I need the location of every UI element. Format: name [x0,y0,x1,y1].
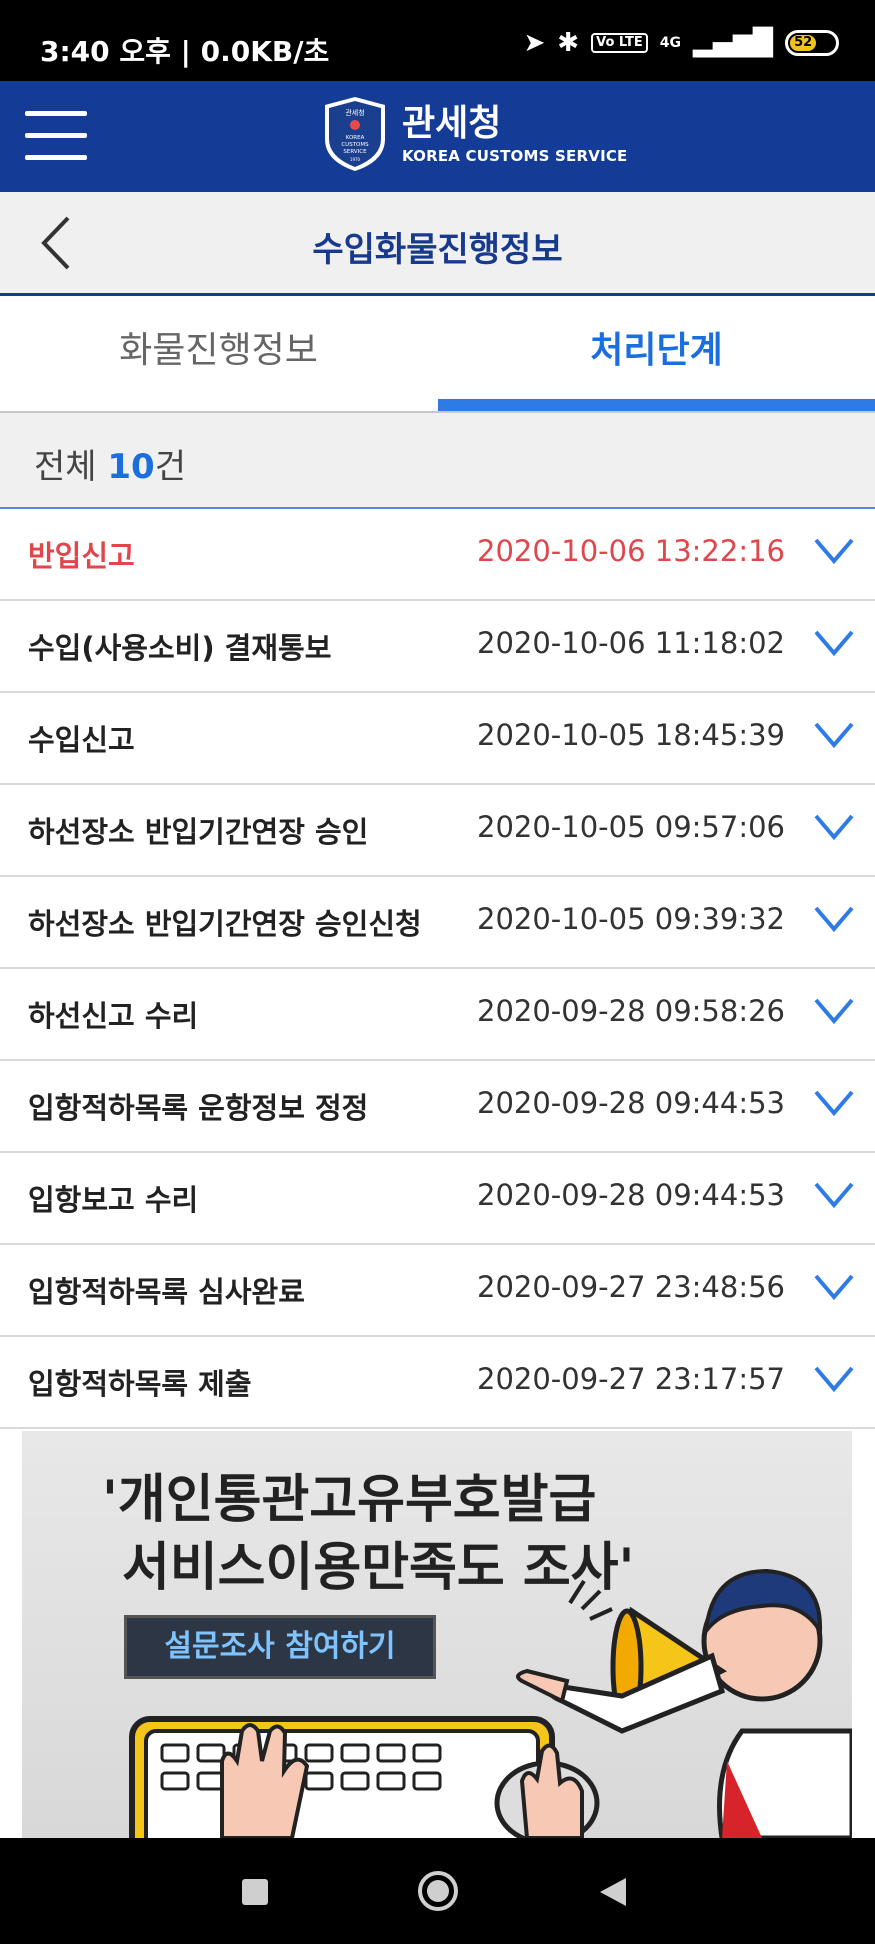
step-label: 하선신고 수리 [28,999,199,1033]
list-item[interactable]: 수입(사용소비) 결재통보 2020-10-06 11:18:02 [0,601,875,693]
emblem-year-text: 1970 [350,157,361,162]
step-label: 입항적하목록 제출 [28,1367,252,1401]
tab-processing-steps[interactable]: 처리단계 [438,299,875,411]
list-item[interactable]: 하선신고 수리 2020-09-28 09:58:26 [0,969,875,1061]
page-title: 수입화물진행정보 [312,230,563,270]
menu-icon[interactable] [25,111,87,161]
list-item[interactable]: 입항보고 수리 2020-09-28 09:44:53 [0,1153,875,1245]
tab-bar: 화물진행정보 처리단계 [0,299,875,413]
home-icon[interactable] [418,1871,458,1911]
step-label: 수입(사용소비) 결재통보 [28,631,332,665]
chevron-down-icon[interactable] [813,719,855,751]
status-bar: 3:40 오후 | 0.0KB/초 ➤ ✱ Vo LTE 4G ▂▄▆█ 52 [0,0,875,81]
chevron-down-icon[interactable] [813,811,855,843]
step-timestamp: 2020-09-27 23:17:57 [477,1362,785,1396]
list-item[interactable]: 입항적하목록 제출 2020-09-27 23:17:57 [0,1337,875,1429]
list-item[interactable]: 하선장소 반입기간연장 승인신청 2020-10-05 09:39:32 [0,877,875,969]
network-type-label: 4G [659,35,682,51]
step-label: 입항적하목록 심사완료 [28,1275,305,1309]
app-header: 관세청 KOREA CUSTOMS SERVICE 1970 관세청 KOREA… [0,81,875,192]
chevron-down-icon[interactable] [813,535,855,567]
emblem-en-text-1: KOREA [346,135,365,141]
signal-icon: ▂▄▆█ [693,28,773,58]
status-time-info: 3:40 오후 | 0.0KB/초 [40,35,330,68]
system-nav-bar [0,1838,875,1944]
back-nav-icon[interactable] [600,1878,626,1906]
result-summary: 전체 10건 [0,413,875,509]
step-timestamp: 2020-10-05 09:57:06 [477,810,785,844]
step-label: 수입신고 [28,723,135,757]
brand-name-ko: 관세청 [402,103,502,144]
summary-prefix: 전체 [34,447,97,487]
step-label: 하선장소 반입기간연장 승인 [28,815,369,849]
brand-name-en: KOREA CUSTOMS SERVICE [402,147,628,165]
step-timestamp: 2020-09-27 23:48:56 [477,1270,785,1304]
step-timestamp: 2020-10-06 11:18:02 [477,626,785,660]
chevron-down-icon[interactable] [813,903,855,935]
step-timestamp: 2020-10-05 18:45:39 [477,718,785,752]
step-timestamp: 2020-09-28 09:44:53 [477,1086,785,1120]
chevron-down-icon[interactable] [813,995,855,1027]
chevron-down-icon[interactable] [813,1179,855,1211]
total-count: 10 [107,447,155,487]
volte-icon: Vo LTE [591,33,648,53]
battery-level: 52 [790,35,817,51]
banner-heading-line1: '개인통관고유부호발급 [102,1470,597,1530]
chevron-down-icon[interactable] [813,627,855,659]
emblem-en-text-3: SERVICE [343,149,367,155]
step-label: 입항적하목록 운항정보 정정 [28,1091,369,1125]
emblem-en-text-2: CUSTOMS [341,142,369,148]
list-item[interactable]: 입항적하목록 운항정보 정정 2020-09-28 09:44:53 [0,1061,875,1153]
battery-icon: 52 [785,30,839,56]
step-timestamp: 2020-09-28 09:44:53 [477,1178,785,1212]
list-item[interactable]: 수입신고 2020-10-05 18:45:39 [0,693,875,785]
tab-cargo-progress[interactable]: 화물진행정보 [0,299,437,411]
list-item[interactable]: 반입신고 2020-10-06 13:22:16 [0,509,875,601]
processing-steps-list: 반입신고 2020-10-06 13:22:16 수입(사용소비) 결재통보 2020… [0,509,875,1429]
chevron-down-icon[interactable] [813,1363,855,1395]
step-label: 하선장소 반입기간연장 승인신청 [28,907,422,941]
step-label: 입항보고 수리 [28,1183,199,1217]
step-timestamp: 2020-10-06 13:22:16 [477,534,785,568]
step-label: 반입신고 [28,539,135,573]
title-bar: 수입화물진행정보 [0,192,875,296]
bluetooth-icon: ✱ [557,28,580,58]
status-icons: ➤ ✱ Vo LTE 4G ▂▄▆█ 52 [523,26,839,60]
recent-apps-icon[interactable] [242,1879,268,1905]
customs-emblem-icon: 관세청 KOREA CUSTOMS SERVICE 1970 [325,97,385,171]
summary-suffix: 건 [154,447,186,487]
banner-heading-line2: 서비스이용만족도 조사' [122,1538,635,1598]
step-timestamp: 2020-10-05 09:39:32 [477,902,785,936]
survey-banner[interactable]: '개인통관고유부호발급 서비스이용만족도 조사' 설문조사 참여하기 [22,1431,852,1838]
step-timestamp: 2020-09-28 09:58:26 [477,994,785,1028]
chevron-down-icon[interactable] [813,1087,855,1119]
list-item[interactable]: 입항적하목록 심사완료 2020-09-27 23:48:56 [0,1245,875,1337]
chevron-down-icon[interactable] [813,1271,855,1303]
brand-logo[interactable]: 관세청 KOREA CUSTOMS SERVICE 1970 관세청 KOREA… [322,95,628,173]
emblem-ko-text: 관세청 [345,108,364,117]
survey-participate-button[interactable]: 설문조사 참여하기 [124,1615,436,1679]
location-icon: ➤ [523,28,546,58]
active-tab-indicator [438,399,875,411]
list-item[interactable]: 하선장소 반입기간연장 승인 2020-10-05 09:57:06 [0,785,875,877]
